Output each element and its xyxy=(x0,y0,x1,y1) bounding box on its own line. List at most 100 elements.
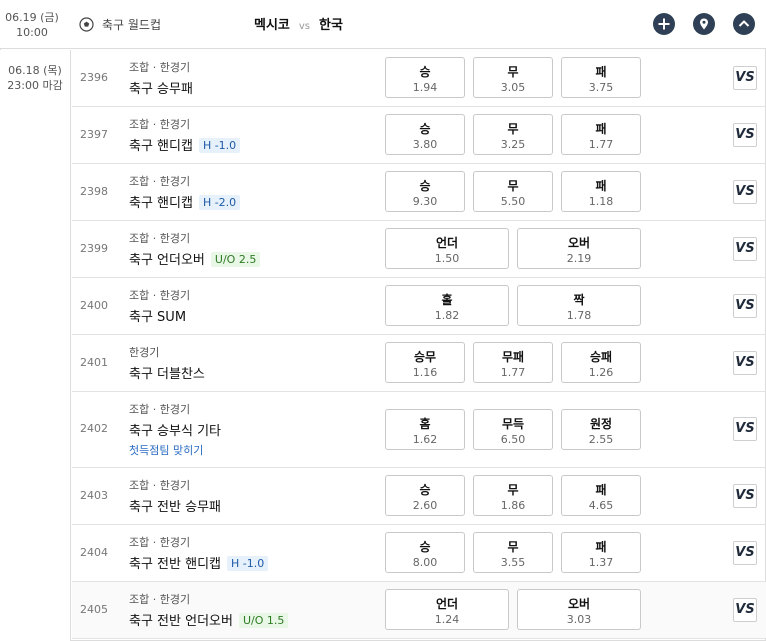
game-number: 2404 xyxy=(80,546,108,559)
odd-button-draw[interactable]: 무 1.86 xyxy=(473,475,553,516)
bet-title-text: 축구 SUM xyxy=(129,310,187,325)
deadline-date: 06.18 (목) xyxy=(8,64,62,77)
bet-category: 조합 · 한경기 xyxy=(129,175,191,188)
odd-value: 1.50 xyxy=(434,252,460,265)
bet-title-text: 축구 언더오버 xyxy=(129,253,205,268)
odd-button-win[interactable]: 승 3.80 xyxy=(385,114,465,155)
plus-icon xyxy=(658,18,670,30)
odd-label: 홈 xyxy=(419,417,431,431)
bet-title: 축구 승무패 xyxy=(129,78,193,97)
odd-value: 2.60 xyxy=(412,499,438,512)
odd-button-under[interactable]: 언더 1.50 xyxy=(385,228,509,269)
odd-button-under[interactable]: 언더 1.24 xyxy=(385,589,509,630)
vs-detail-button[interactable]: VS xyxy=(733,598,757,622)
bet-category: 조합 · 한경기 xyxy=(129,593,191,606)
odd-label: 무 xyxy=(507,483,519,497)
odd-button-draw[interactable]: 무 3.55 xyxy=(473,532,553,573)
odd-button-away[interactable]: 원정 2.55 xyxy=(561,409,641,450)
odd-button-draw[interactable]: 무 3.25 xyxy=(473,114,553,155)
vs-detail-button[interactable]: VS xyxy=(733,180,757,204)
odd-button-draw-lose[interactable]: 무패 1.77 xyxy=(473,342,553,383)
odd-value: 3.80 xyxy=(412,138,438,151)
add-button[interactable] xyxy=(653,13,675,35)
odd-button-lose[interactable]: 패 3.75 xyxy=(561,57,641,98)
odd-button-win[interactable]: 승 2.60 xyxy=(385,475,465,516)
game-number: 2398 xyxy=(80,185,108,198)
odd-label: 무 xyxy=(507,179,519,193)
odd-button-win-draw[interactable]: 승무 1.16 xyxy=(385,342,465,383)
odd-value: 1.78 xyxy=(566,309,592,322)
odd-button-win[interactable]: 승 9.30 xyxy=(385,171,465,212)
odd-label: 승 xyxy=(419,179,431,193)
odd-value: 3.05 xyxy=(500,81,526,94)
odd-label: 무 xyxy=(507,65,519,79)
odd-button-win-lose[interactable]: 승패 1.26 xyxy=(561,342,641,383)
bet-title: 축구 승부식 기타 xyxy=(129,420,221,439)
odd-button-over[interactable]: 오버 3.03 xyxy=(517,589,641,630)
vs-detail-button[interactable]: VS xyxy=(733,417,757,441)
odd-button-lose[interactable]: 패 1.18 xyxy=(561,171,641,212)
bet-title: 축구 핸디캡 H -2.0 xyxy=(129,192,241,211)
bet-title-text: 축구 전반 핸디캡 xyxy=(129,557,221,572)
vs-detail-button[interactable]: VS xyxy=(733,484,757,508)
bet-title-text: 축구 핸디캡 xyxy=(129,139,193,154)
odd-label: 승패 xyxy=(589,350,613,364)
bet-row: 2402 조합 · 한경기 축구 승부식 기타 첫득점팀 맞히기 홈 1.62 무… xyxy=(72,392,766,468)
odd-button-odd[interactable]: 홀 1.82 xyxy=(385,285,509,326)
bet-row: 2400 조합 · 한경기 축구 SUM 홀 1.82 짝 1.78 VS xyxy=(72,278,766,335)
odd-label: 패 xyxy=(595,540,607,554)
collapse-button[interactable] xyxy=(733,13,755,35)
bet-row: 2403 조합 · 한경기 축구 전반 승무패 승 2.60 무 1.86 패 4.6… xyxy=(72,468,766,525)
odd-button-draw[interactable]: 무 5.50 xyxy=(473,171,553,212)
game-number: 2401 xyxy=(80,356,108,369)
match-time: 10:00 xyxy=(16,26,48,39)
vs-detail-button[interactable]: VS xyxy=(733,294,757,318)
odd-value: 1.18 xyxy=(588,195,614,208)
bet-category: 조합 · 한경기 xyxy=(129,232,191,245)
bet-category: 조합 · 한경기 xyxy=(129,61,191,74)
chevron-up-icon xyxy=(738,20,750,27)
deadline-time: 23:00 마감 xyxy=(7,79,63,92)
match-header: 06.19 (금) 10:00 축구 월드컵 멕시코 vs 한국 xyxy=(0,0,766,49)
bet-row: 2399 조합 · 한경기 축구 언더오버 U/O 2.5 언더 1.50 오버 2.… xyxy=(72,221,766,278)
odd-label: 패 xyxy=(595,179,607,193)
bet-title: 축구 더블찬스 xyxy=(129,363,205,382)
odd-button-draw[interactable]: 무 3.05 xyxy=(473,57,553,98)
vs-detail-button[interactable]: VS xyxy=(733,541,757,565)
odd-button-lose[interactable]: 패 1.37 xyxy=(561,532,641,573)
vs-detail-button[interactable]: VS xyxy=(733,66,757,90)
odd-label: 원정 xyxy=(589,417,613,431)
vs-detail-button[interactable]: VS xyxy=(733,237,757,261)
bet-title: 축구 언더오버 U/O 2.5 xyxy=(129,249,261,268)
odd-label: 패 xyxy=(595,122,607,136)
game-number: 2399 xyxy=(80,242,108,255)
bet-row: 2398 조합 · 한경기 축구 핸디캡 H -2.0 승 9.30 무 5.50 패… xyxy=(72,164,766,221)
odd-label: 무 xyxy=(507,540,519,554)
bet-title: 축구 전반 승무패 xyxy=(129,496,221,515)
odd-button-even[interactable]: 짝 1.78 xyxy=(517,285,641,326)
vs-detail-button[interactable]: VS xyxy=(733,123,757,147)
odd-value: 9.30 xyxy=(412,195,438,208)
bet-category: 조합 · 한경기 xyxy=(129,118,191,131)
odd-button-lose[interactable]: 패 1.77 xyxy=(561,114,641,155)
odd-label: 승무 xyxy=(413,350,437,364)
odd-button-win[interactable]: 승 1.94 xyxy=(385,57,465,98)
bet-title-text: 축구 전반 언더오버 xyxy=(129,614,233,629)
odd-button-over[interactable]: 오버 2.19 xyxy=(517,228,641,269)
odd-button-home[interactable]: 홈 1.62 xyxy=(385,409,465,450)
handicap-tag: H -1.0 xyxy=(227,556,269,571)
odd-label: 무득 xyxy=(501,417,525,431)
odd-value: 3.75 xyxy=(588,81,614,94)
bet-subtype-link[interactable]: 첫득점팀 맞히기 xyxy=(129,442,203,458)
odd-label: 패 xyxy=(595,65,607,79)
odd-button-win[interactable]: 승 8.00 xyxy=(385,532,465,573)
bet-title: 축구 전반 핸디캡 H -1.0 xyxy=(129,553,269,572)
odd-button-lose[interactable]: 패 4.65 xyxy=(561,475,641,516)
odd-value: 1.77 xyxy=(500,366,526,379)
match-date: 06.19 (금) xyxy=(5,11,59,24)
odd-button-no-goal[interactable]: 무득 6.50 xyxy=(473,409,553,450)
location-button[interactable] xyxy=(693,13,715,35)
vs-detail-button[interactable]: VS xyxy=(733,351,757,375)
odd-value: 8.00 xyxy=(412,556,438,569)
odd-value: 1.86 xyxy=(500,499,526,512)
